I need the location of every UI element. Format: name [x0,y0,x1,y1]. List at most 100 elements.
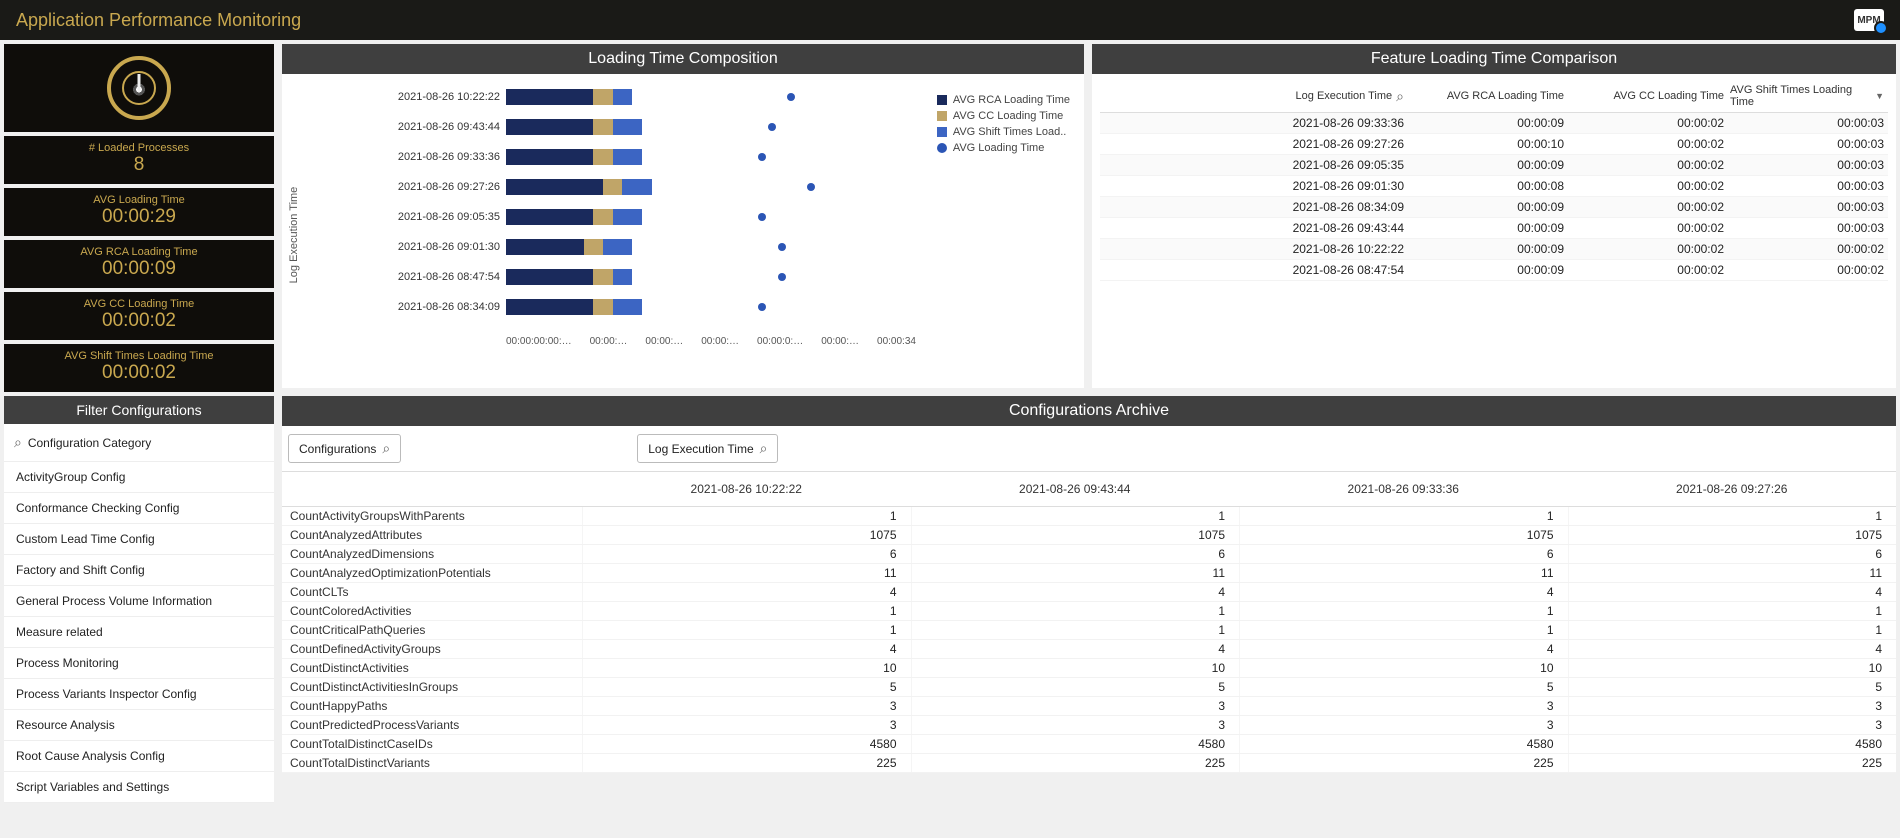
legend-item[interactable]: AVG Shift Times Load.. [937,126,1070,138]
sidebar-item[interactable]: ActivityGroup Config [4,462,274,493]
kpi-card[interactable]: AVG Loading Time00:00:29 [4,188,274,236]
column-header[interactable]: 2021-08-26 09:33:36 [1239,472,1568,506]
chart-row[interactable]: 2021-08-26 08:34:09 [350,296,836,318]
table-row[interactable]: 2021-08-26 09:43:4400:00:0900:00:0200:00… [1100,218,1888,239]
bar-segment [506,119,593,135]
cell: 2021-08-26 09:33:36 [1100,116,1410,130]
chart-row[interactable]: 2021-08-26 08:47:54 [350,266,836,288]
table-row[interactable]: 2021-08-26 10:22:2200:00:0900:00:0200:00… [1100,239,1888,260]
panel-title: Feature Loading Time Comparison [1092,44,1896,74]
bar-segment [613,209,642,225]
cell: 00:00:02 [1570,263,1730,277]
chart-row[interactable]: 2021-08-26 09:01:30 [350,236,836,258]
cell: 4580 [1239,735,1568,753]
sidebar-item[interactable]: General Process Volume Information [4,586,274,617]
sidebar-item[interactable]: Custom Lead Time Config [4,524,274,555]
table-row[interactable]: 2021-08-26 09:01:3000:00:0800:00:0200:00… [1100,176,1888,197]
search-icon [760,440,768,457]
filter-chip[interactable]: Configurations [288,434,401,463]
cell: 00:00:09 [1410,158,1570,172]
chart-legend[interactable]: AVG RCA Loading Time AVG CC Loading Time A… [937,94,1070,158]
sidebar-item[interactable]: Measure related [4,617,274,648]
archive-table-header[interactable]: 2021-08-26 10:22:222021-08-26 09:43:4420… [282,471,1896,507]
search-icon [1396,88,1404,105]
table-row[interactable]: CountTotalDistinctCaseIDs458045804580458… [282,735,1896,754]
kpi-card[interactable]: AVG RCA Loading Time00:00:09 [4,240,274,288]
sidebar-item[interactable]: Conformance Checking Config [4,493,274,524]
cell: 225 [1239,754,1568,772]
cell: 00:00:02 [1570,221,1730,235]
table-row[interactable]: 2021-08-26 09:27:2600:00:1000:00:0200:00… [1100,134,1888,155]
bar-segment [613,119,642,135]
legend-label: AVG RCA Loading Time [953,94,1070,106]
kpi-card[interactable]: # Loaded Processes8 [4,136,274,184]
column-header[interactable]: AVG CC Loading Time [1570,84,1730,108]
app-logo[interactable]: MPM [1854,9,1884,31]
cell: 2021-08-26 08:34:09 [1100,200,1410,214]
bar-segment [603,179,622,195]
chart-row[interactable]: 2021-08-26 09:33:36 [350,146,836,168]
table-row[interactable]: CountDistinctActivitiesInGroups5555 [282,678,1896,697]
table-row[interactable]: CountHappyPaths3333 [282,697,1896,716]
cell: 225 [582,754,911,772]
chart-row[interactable]: 2021-08-26 09:27:26 [350,176,836,198]
table-row[interactable]: CountAnalyzedAttributes1075107510751075 [282,526,1896,545]
table-row[interactable]: CountTotalDistinctVariants225225225225 [282,754,1896,773]
table-row[interactable]: 2021-08-26 09:33:3600:00:0900:00:0200:00… [1100,113,1888,134]
table-row[interactable]: CountDistinctActivities10101010 [282,659,1896,678]
column-header[interactable]: 2021-08-26 10:22:22 [582,472,911,506]
cell: 3 [1568,716,1897,734]
table-row[interactable]: CountColoredActivities1111 [282,602,1896,621]
table-row[interactable]: 2021-08-26 08:47:5400:00:0900:00:0200:00… [1100,260,1888,281]
filter-chip[interactable]: Log Execution Time [637,434,778,463]
chart-area[interactable]: Log Execution Time 2021-08-26 10:22:2220… [282,74,1084,384]
column-header[interactable]: Log Execution Time [1100,84,1410,108]
table-row[interactable]: CountCLTs4444 [282,583,1896,602]
cell: 00:00:09 [1410,242,1570,256]
table-row[interactable]: CountAnalyzedDimensions6666 [282,545,1896,564]
search-icon [382,440,390,457]
sidebar-item[interactable]: Process Monitoring [4,648,274,679]
column-header[interactable]: AVG Shift Times Loading Time ▼ [1730,84,1890,108]
cell: 4580 [1568,735,1897,753]
cell: 225 [911,754,1240,772]
sidebar-item[interactable]: Script Variables and Settings [4,772,274,803]
cell: 4 [1239,583,1568,601]
kpi-label: AVG CC Loading Time [8,298,270,310]
sidebar-item[interactable]: Root Cause Analysis Config [4,741,274,772]
cell: 4 [1568,583,1897,601]
cell: 5 [582,678,911,696]
cell: 4 [911,583,1240,601]
bar [506,299,836,315]
feature-table-header[interactable]: Log Execution Time AVG RCA Loading TimeA… [1100,80,1888,113]
kpi-card[interactable]: AVG CC Loading Time00:00:02 [4,292,274,340]
chart-row[interactable]: 2021-08-26 09:05:35 [350,206,836,228]
table-row[interactable]: 2021-08-26 08:34:0900:00:0900:00:0200:00… [1100,197,1888,218]
cell: 00:00:09 [1410,263,1570,277]
table-row[interactable]: CountActivityGroupsWithParents1111 [282,507,1896,526]
table-row[interactable]: CountDefinedActivityGroups4444 [282,640,1896,659]
sidebar-item[interactable]: Factory and Shift Config [4,555,274,586]
cell: 6 [582,545,911,563]
bar [506,239,836,255]
legend-item[interactable]: AVG CC Loading Time [937,110,1070,122]
sidebar-item[interactable]: Resource Analysis [4,710,274,741]
chart-row[interactable]: 2021-08-26 10:22:22 [350,86,836,108]
kpi-card[interactable]: AVG Shift Times Loading Time00:00:02 [4,344,274,392]
table-row[interactable]: CountCriticalPathQueries1111 [282,621,1896,640]
table-row[interactable]: CountAnalyzedOptimizationPotentials11111… [282,564,1896,583]
cell: 00:00:02 [1730,242,1890,256]
sidebar-search[interactable]: Configuration Category [4,424,274,462]
table-row[interactable]: 2021-08-26 09:05:3500:00:0900:00:0200:00… [1100,155,1888,176]
legend-item[interactable]: AVG Loading Time [937,142,1070,154]
column-header[interactable]: 2021-08-26 09:27:26 [1568,472,1897,506]
bar-segment [593,269,612,285]
row-label: CountDefinedActivityGroups [282,640,582,658]
column-header[interactable]: AVG RCA Loading Time [1410,84,1570,108]
column-header[interactable] [282,472,582,506]
legend-item[interactable]: AVG RCA Loading Time [937,94,1070,106]
column-header[interactable]: 2021-08-26 09:43:44 [911,472,1240,506]
table-row[interactable]: CountPredictedProcessVariants3333 [282,716,1896,735]
sidebar-item[interactable]: Process Variants Inspector Config [4,679,274,710]
chart-row[interactable]: 2021-08-26 09:43:44 [350,116,836,138]
